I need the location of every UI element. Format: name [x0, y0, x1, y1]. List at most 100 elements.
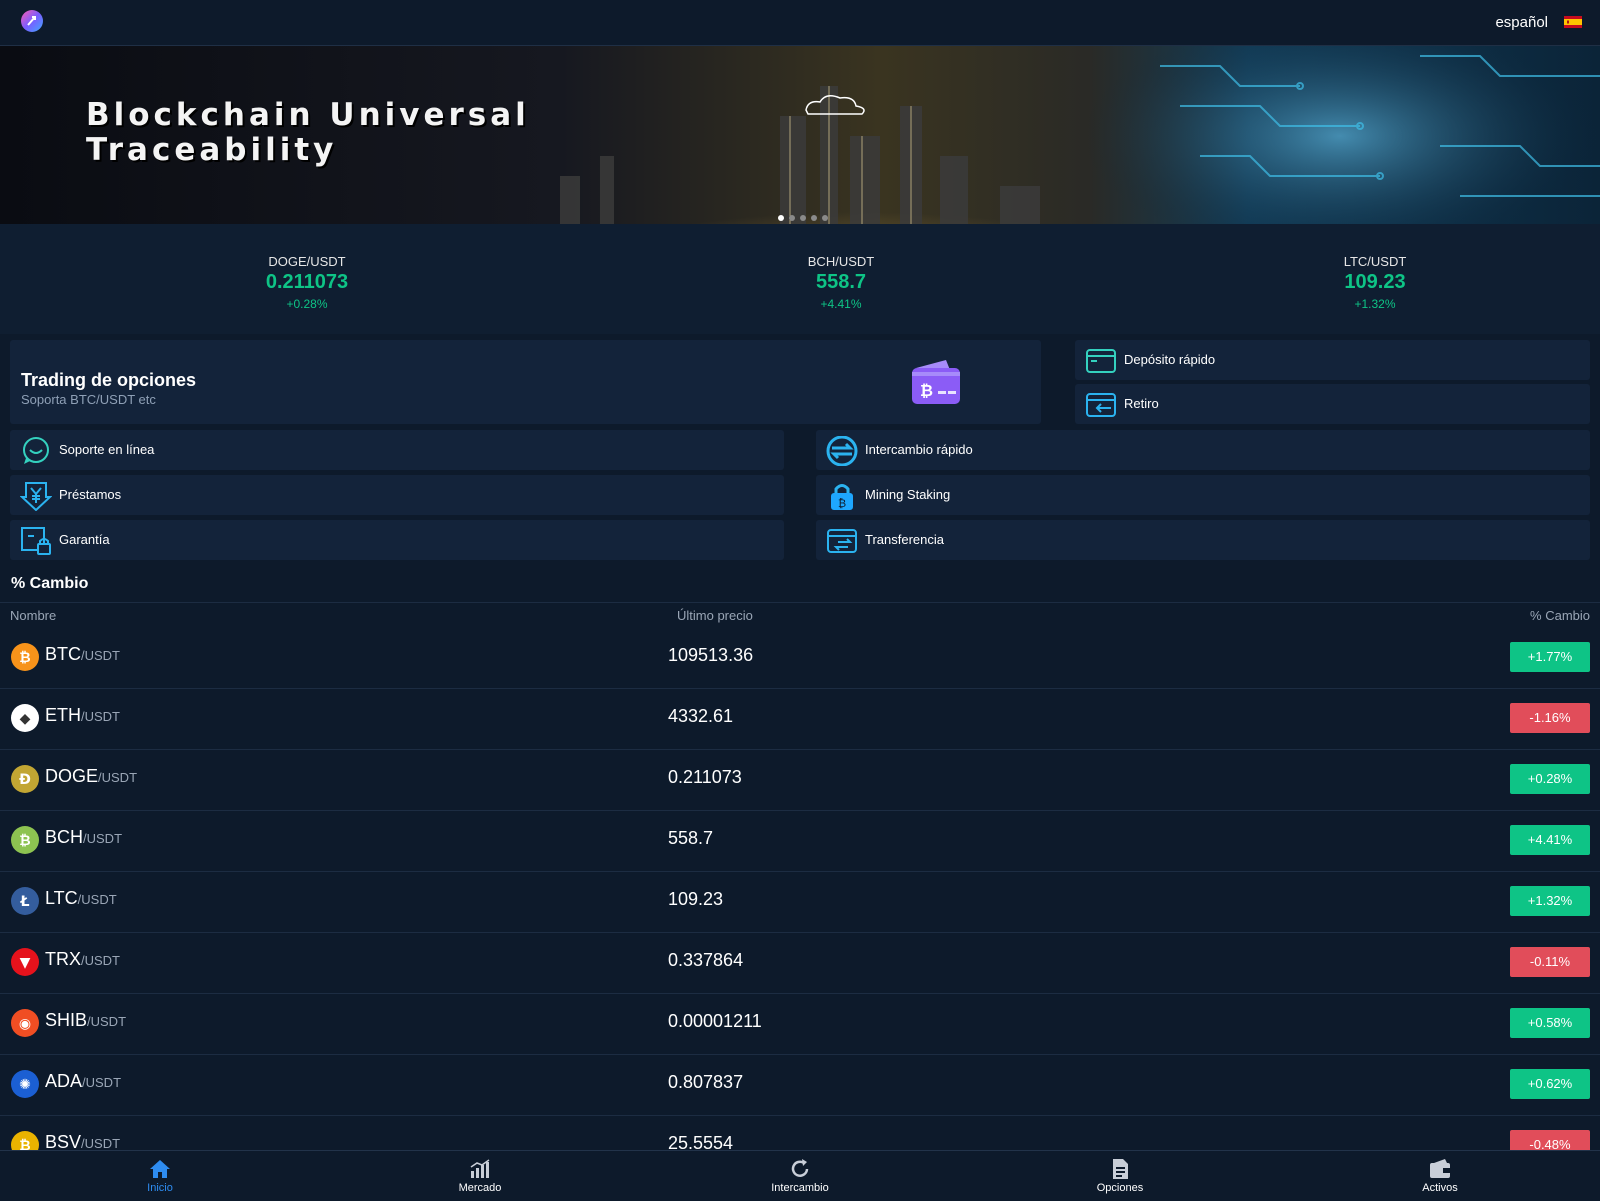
- last-price: 0.337864: [668, 950, 744, 970]
- promo-banner[interactable]: Blockchain Universal Traceability: [0, 46, 1600, 224]
- column-header-name[interactable]: Nombre: [10, 608, 56, 623]
- nav-market[interactable]: Mercado: [420, 1155, 540, 1194]
- nav-home[interactable]: Inicio: [100, 1155, 220, 1194]
- coin-symbol: ETH/USDT: [45, 705, 120, 726]
- change-badge[interactable]: +0.62%: [1510, 1069, 1590, 1099]
- withdraw-button[interactable]: Retiro: [1075, 384, 1590, 424]
- banner-pagination: [778, 208, 833, 224]
- document-icon: [1113, 1159, 1128, 1179]
- table-row[interactable]: Ł LTC/USDT 109.23 +1.32%: [0, 871, 1600, 933]
- last-price: 0.807837: [668, 1072, 744, 1092]
- ticker-pair: DOGE/USDT: [268, 254, 346, 269]
- change-badge[interactable]: +1.32%: [1510, 886, 1590, 916]
- banner-dot[interactable]: [800, 215, 806, 221]
- table-row[interactable]: ◉ SHIB/USDT 0.00001211 +0.58%: [0, 993, 1600, 1055]
- quick-swap-label: Intercambio rápido: [865, 442, 973, 457]
- change-badge[interactable]: +0.28%: [1510, 764, 1590, 794]
- coin-ltc-icon: Ł: [11, 887, 39, 915]
- nav-market-label: Mercado: [458, 1182, 502, 1194]
- options-trading-card[interactable]: Trading de opciones Soporta BTC/USDT etc…: [10, 340, 1041, 424]
- ticker-pair: LTC/USDT: [1343, 254, 1407, 269]
- banner-dot[interactable]: [778, 215, 784, 221]
- banner-dot[interactable]: [822, 215, 828, 221]
- wallet-icon: [1430, 1159, 1450, 1178]
- bar-chart-icon: [470, 1159, 490, 1178]
- yen-loan-icon: [20, 482, 52, 511]
- table-row[interactable]: Ð DOGE/USDT 0.211073 +0.28%: [0, 749, 1600, 811]
- svg-text:Ð: Ð: [19, 772, 31, 788]
- mining-staking-button[interactable]: ₿ Mining Staking: [816, 475, 1590, 515]
- coin-quote: /USDT: [83, 831, 123, 846]
- guarantee-button[interactable]: Garantía: [10, 520, 784, 560]
- coin-symbol: BTC/USDT: [45, 644, 120, 665]
- coin-symbol-text: BTC: [45, 644, 81, 664]
- ticker-bch[interactable]: BCH/USDT 558.7 +4.41%: [741, 254, 941, 311]
- language-selector[interactable]: español: [1495, 14, 1548, 31]
- coin-trx-icon: ▼: [11, 948, 39, 976]
- loans-button[interactable]: Préstamos: [10, 475, 784, 515]
- transfer-button[interactable]: Transferencia: [816, 520, 1590, 560]
- quick-swap-button[interactable]: Intercambio rápido: [816, 430, 1590, 470]
- last-price: 109.23: [668, 889, 724, 909]
- change-badge[interactable]: +0.58%: [1510, 1008, 1590, 1038]
- nav-assets[interactable]: Activos: [1380, 1155, 1500, 1194]
- transfer-card-icon: [827, 529, 857, 553]
- coin-eth-icon: ◆: [11, 704, 39, 732]
- coin-symbol: BCH/USDT: [45, 827, 122, 848]
- ticker-doge[interactable]: DOGE/USDT 0.211073 +0.28%: [207, 254, 407, 311]
- spain-flag-icon[interactable]: [1564, 16, 1582, 28]
- ticker-change: +4.41%: [820, 297, 862, 311]
- change-badge[interactable]: -1.16%: [1510, 703, 1590, 733]
- bottom-navigation: Inicio Mercado Intercambio Opciones Acti…: [0, 1150, 1600, 1201]
- coin-symbol-text: ADA: [45, 1071, 83, 1091]
- last-price: 4332.61: [668, 706, 734, 726]
- quick-deposit-button[interactable]: Depósito rápido: [1075, 340, 1590, 380]
- coin-symbol-text: BSV: [45, 1132, 82, 1152]
- coin-quote: /USDT: [77, 892, 117, 907]
- svg-text:◉: ◉: [19, 1016, 31, 1032]
- withdraw-label: Retiro: [1124, 396, 1159, 411]
- home-icon: [150, 1160, 170, 1178]
- last-price: 558.7: [668, 828, 714, 848]
- coin-symbol-text: BCH: [45, 827, 84, 847]
- guarantee-label: Garantía: [59, 532, 110, 547]
- column-header-last-price[interactable]: Último precio: [677, 608, 753, 623]
- table-row[interactable]: ₿ BCH/USDT 558.7 +4.41%: [0, 810, 1600, 872]
- coin-quote: /USDT: [87, 1014, 127, 1029]
- svg-text:Ł: Ł: [20, 894, 30, 910]
- nav-assets-label: Activos: [1422, 1182, 1458, 1194]
- ticker-price: 109.23: [1344, 271, 1406, 293]
- nav-options[interactable]: Opciones: [1060, 1155, 1180, 1194]
- last-price: 0.211073: [668, 767, 742, 787]
- table-row[interactable]: ₿ BTC/USDT 109513.36 +1.77%: [0, 627, 1600, 689]
- nav-exchange[interactable]: Intercambio: [740, 1155, 860, 1194]
- ticker-price: 558.7: [815, 271, 867, 293]
- change-badge[interactable]: +4.41%: [1510, 825, 1590, 855]
- card-deposit-icon: [1086, 349, 1116, 373]
- ticker-change: +1.32%: [1354, 297, 1396, 311]
- options-card-subtitle: Soporta BTC/USDT etc: [21, 392, 156, 407]
- market-section-title: % Cambio: [11, 575, 89, 592]
- coin-symbol-text: TRX: [45, 949, 81, 969]
- coin-symbol: ADA/USDT: [45, 1071, 121, 1092]
- column-header-change[interactable]: % Cambio: [1530, 608, 1590, 623]
- coin-btc-icon: ₿: [11, 643, 39, 671]
- loans-label: Préstamos: [59, 487, 122, 502]
- change-badge[interactable]: -0.11%: [1510, 947, 1590, 977]
- coin-symbol: DOGE/USDT: [45, 766, 137, 787]
- table-row[interactable]: ◆ ETH/USDT 4332.61 -1.16%: [0, 688, 1600, 750]
- table-row[interactable]: ▼ TRX/USDT 0.337864 -0.11%: [0, 932, 1600, 994]
- coin-symbol-text: LTC: [45, 888, 78, 908]
- banner-dot[interactable]: [789, 215, 795, 221]
- bitcoin-wallet-icon: ₿: [912, 360, 960, 404]
- coin-symbol-text: SHIB: [45, 1010, 88, 1030]
- bitcoin-lock-icon: ₿: [831, 484, 853, 510]
- online-support-button[interactable]: Soporte en línea: [10, 430, 784, 470]
- transfer-label: Transferencia: [865, 532, 944, 547]
- ticker-ltc[interactable]: LTC/USDT 109.23 +1.32%: [1275, 254, 1475, 311]
- change-badge[interactable]: +1.77%: [1510, 642, 1590, 672]
- table-row[interactable]: ✺ ADA/USDT 0.807837 +0.62%: [0, 1054, 1600, 1116]
- app-logo-icon[interactable]: [20, 9, 44, 33]
- banner-dot[interactable]: [811, 215, 817, 221]
- nav-options-label: Opciones: [1096, 1182, 1144, 1194]
